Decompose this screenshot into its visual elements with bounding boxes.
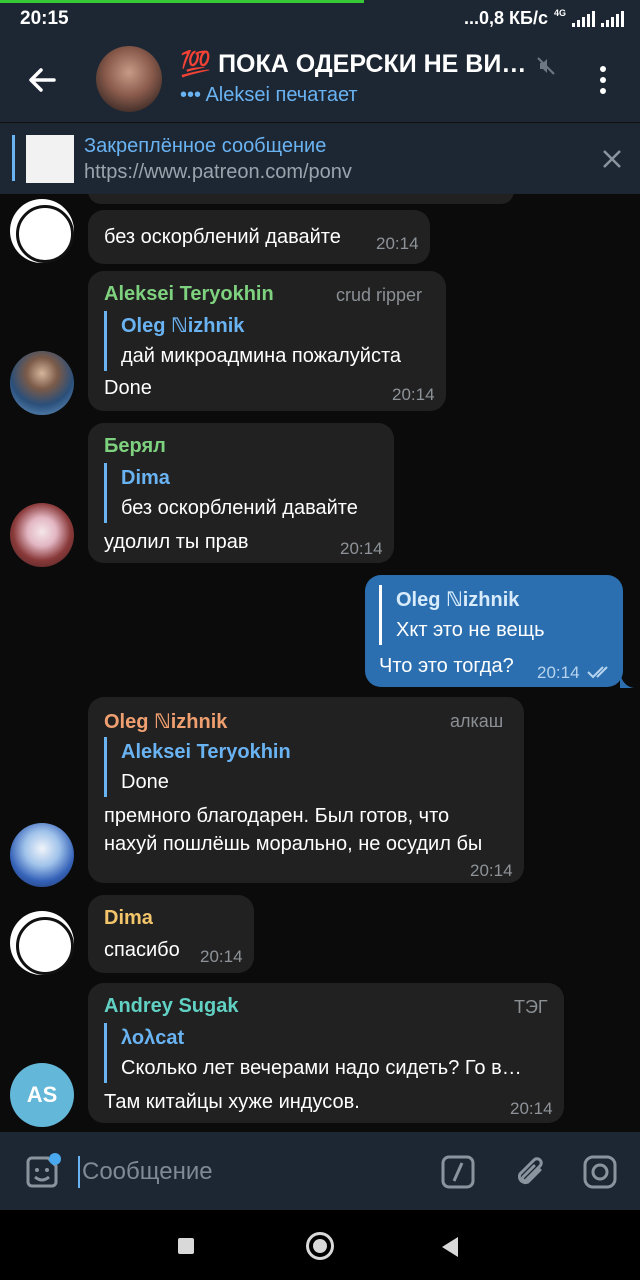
reply-name: Oleg ℕizhnik bbox=[396, 589, 520, 611]
bot-command-icon[interactable] bbox=[440, 1154, 476, 1190]
avatar-initials: AS bbox=[26, 1082, 58, 1107]
sender-name[interactable]: Oleg ℕizhnik bbox=[104, 709, 227, 734]
more-menu-icon[interactable] bbox=[596, 66, 610, 98]
typing-status: ••• Aleksei печатает bbox=[180, 84, 358, 106]
status-time: 20:15 bbox=[20, 8, 69, 29]
outgoing-message-bubble[interactable]: Oleg ℕizhnik Хкт это не вещь Что это тог… bbox=[365, 575, 623, 687]
message-bubble[interactable]: Andrey Sugak ТЭГ λολcat Сколько лет вече… bbox=[88, 983, 564, 1123]
reply-text: Сколько лет вечерами надо сидеть? Го в… bbox=[121, 1057, 522, 1079]
reply-name: Aleksei Teryokhin bbox=[121, 741, 291, 763]
sender-tag: алкаш bbox=[450, 711, 504, 731]
avatar[interactable] bbox=[10, 351, 74, 415]
message-time: 20:14 bbox=[200, 947, 243, 966]
pinned-accent-bar bbox=[12, 135, 15, 181]
reply-quote[interactable]: λολcat Сколько лет вечерами надо сидеть?… bbox=[104, 1023, 522, 1083]
recents-button[interactable] bbox=[178, 1238, 194, 1254]
reply-name: λολcat bbox=[121, 1027, 185, 1049]
avatar[interactable] bbox=[10, 199, 74, 263]
reply-text: без оскорблений давайте bbox=[121, 497, 358, 519]
avatar[interactable] bbox=[10, 911, 74, 975]
attach-icon[interactable] bbox=[512, 1152, 550, 1192]
close-icon[interactable] bbox=[600, 147, 624, 171]
message-list[interactable]: без оскорблений давайте 20:14 Aleksei Te… bbox=[0, 194, 640, 1132]
signal-icon-2 bbox=[601, 10, 624, 27]
signal-icon bbox=[572, 10, 595, 27]
bubble-tail bbox=[620, 672, 634, 688]
message-bubble[interactable]: без оскорблений давайте 20:14 bbox=[88, 210, 430, 264]
reply-quote[interactable]: Dima без оскорблений давайте bbox=[104, 463, 358, 523]
group-avatar[interactable] bbox=[96, 46, 162, 112]
sender-name[interactable]: Andrey Sugak bbox=[104, 995, 238, 1018]
message-time: 20:14 bbox=[340, 539, 383, 558]
pinned-label: Закреплённое сообщение bbox=[84, 135, 327, 157]
status-right: ...0,8 КБ/с 4G bbox=[464, 8, 624, 29]
message-time: 20:14 bbox=[470, 861, 513, 880]
reply-quote[interactable]: Oleg ℕizhnik Хкт это не вещь bbox=[379, 585, 545, 645]
message-text-line1: премного благодарен. Был готов, что bbox=[104, 805, 450, 827]
message-text: Там китайцы хуже индусов. bbox=[104, 1091, 360, 1113]
message-text: без оскорблений давайте bbox=[104, 226, 341, 248]
message-bubble[interactable]: Oleg ℕizhnik алкаш Aleksei Teryokhin Don… bbox=[88, 697, 524, 883]
reply-name: Oleg ℕizhnik bbox=[121, 315, 245, 337]
message-text: Done bbox=[104, 377, 152, 399]
network-speed: ...0,8 КБ/с bbox=[464, 8, 548, 28]
pinned-text: https://www.patreon.com/ponv bbox=[84, 161, 352, 183]
message-text: Что это тогда? bbox=[379, 655, 514, 677]
message-text-line2: нахуй пошлёшь морально, не осудил бы bbox=[104, 833, 483, 855]
message-time: 20:14 bbox=[392, 385, 435, 404]
message-composer: Сообщение bbox=[0, 1132, 640, 1210]
chat-title[interactable]: 💯 ПОКА ОДЕРСКИ НЕ ВИ… bbox=[180, 50, 540, 79]
reply-name: Dima bbox=[121, 467, 170, 489]
back-arrow-icon[interactable] bbox=[24, 62, 60, 98]
message-text: спасибо bbox=[104, 939, 180, 961]
pinned-thumbnail bbox=[26, 135, 74, 183]
reply-text: дай микроадмина пожалуйста bbox=[121, 345, 402, 367]
message-time: 20:14 bbox=[537, 663, 580, 682]
sender-name[interactable]: Aleksei Teryokhin bbox=[104, 283, 274, 306]
message-bubble[interactable]: Aleksei Teryokhin crud ripper Oleg ℕizhn… bbox=[88, 271, 446, 411]
reply-quote[interactable]: Oleg ℕizhnik дай микроадмина пожалуйста bbox=[104, 311, 401, 371]
pinned-message[interactable]: Закреплённое сообщение https://www.patre… bbox=[0, 122, 640, 194]
message-input[interactable]: Сообщение bbox=[78, 1156, 213, 1188]
reply-quote[interactable]: Aleksei Teryokhin Done bbox=[104, 737, 291, 797]
loading-progress bbox=[0, 0, 364, 3]
message-bubble[interactable]: Dima спасибо 20:14 bbox=[88, 895, 254, 973]
sender-tag: ТЭГ bbox=[514, 997, 548, 1017]
avatar[interactable] bbox=[10, 503, 74, 567]
net-type: 4G bbox=[553, 8, 566, 18]
sticker-icon[interactable] bbox=[22, 1152, 62, 1192]
sender-name[interactable]: Берял bbox=[104, 435, 166, 458]
reply-text: Хкт это не вещь bbox=[396, 619, 545, 641]
reply-text: Done bbox=[121, 771, 169, 793]
message-text: удолил ты прав bbox=[104, 531, 249, 553]
chat-header: 💯 ПОКА ОДЕРСКИ НЕ ВИ… ••• Aleksei печата… bbox=[0, 36, 640, 122]
home-button[interactable] bbox=[306, 1232, 334, 1260]
camera-icon[interactable] bbox=[582, 1154, 618, 1190]
message-bubble[interactable]: Берял Dima без оскорблений давайте удоли… bbox=[88, 423, 394, 563]
sender-tag: crud ripper bbox=[336, 285, 423, 305]
message-time: 20:14 bbox=[376, 234, 419, 253]
nav-back-icon[interactable] bbox=[440, 1236, 460, 1258]
muted-icon bbox=[537, 57, 555, 75]
message-bubble-clipped bbox=[88, 194, 514, 204]
avatar[interactable] bbox=[10, 823, 74, 887]
read-check-icon bbox=[587, 666, 608, 679]
system-nav-bar bbox=[0, 1210, 640, 1280]
sender-name[interactable]: Dima bbox=[104, 907, 153, 930]
status-bar: 20:15 ...0,8 КБ/с 4G bbox=[0, 0, 640, 36]
message-time: 20:14 bbox=[510, 1099, 553, 1118]
avatar[interactable]: AS bbox=[10, 1063, 74, 1127]
